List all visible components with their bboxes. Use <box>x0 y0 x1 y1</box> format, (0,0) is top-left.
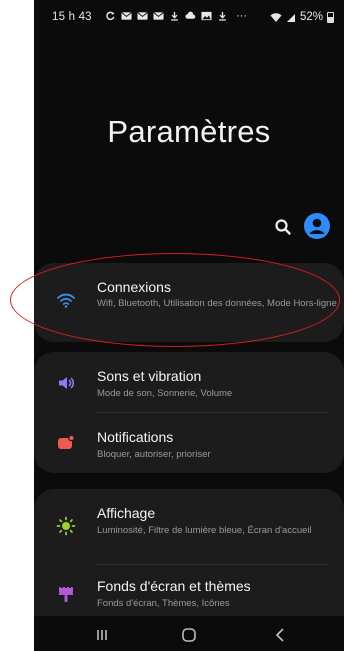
status-bar: 15 h 43 ··· 52% <box>34 0 344 34</box>
volume-icon <box>59 377 75 389</box>
settings-item-label: Connexions <box>97 279 171 295</box>
settings-item-affichage[interactable]: Affichage Luminosité, Filtre de lumière … <box>34 489 344 561</box>
settings-item-fonds-ecran-et-themes[interactable]: Fonds d'écran et thèmes Fonds d'écran, T… <box>34 565 344 616</box>
notification-icon <box>58 434 75 449</box>
search-icon[interactable] <box>273 217 293 237</box>
brightness-icon <box>56 516 76 536</box>
paintbrush-icon <box>59 586 73 602</box>
status-right: 52% <box>270 11 334 23</box>
more-notifications-icon: ··· <box>236 10 247 22</box>
settings-item-connexions[interactable]: Connexions Wifi, Bluetooth, Utilisation … <box>34 263 344 342</box>
download-icon <box>171 11 178 21</box>
mail-icon <box>137 11 148 20</box>
wifi-icon <box>57 293 75 308</box>
battery-icon <box>327 11 334 23</box>
download-icon <box>219 11 226 21</box>
settings-screen: 15 h 43 ··· 52% Paramètres Connexions Wi… <box>34 0 344 651</box>
battery-percent: 52% <box>299 11 323 23</box>
page-title: Paramètres <box>107 114 271 149</box>
navigation-bar <box>34 618 344 651</box>
settings-item-label: Sons et vibration <box>97 368 202 384</box>
account-icon[interactable] <box>304 213 330 239</box>
settings-item-subtitle: Fonds d'écran, Thèmes, Icônes <box>97 598 230 609</box>
settings-item-label: Affichage <box>97 505 156 521</box>
sync-icon <box>106 11 115 21</box>
notification-icons: ··· <box>105 10 247 22</box>
settings-item-subtitle: Wifi, Bluetooth, Utilisation des données… <box>97 298 337 309</box>
settings-item-subtitle: Mode de son, Sonnerie, Volume <box>97 388 233 399</box>
settings-item-label: Notifications <box>97 429 174 445</box>
mail-icon <box>153 11 164 20</box>
home-icon[interactable] <box>179 625 199 645</box>
settings-item-label: Fonds d'écran et thèmes <box>97 578 251 594</box>
recents-icon[interactable] <box>92 625 112 645</box>
settings-item-notifications[interactable]: Notifications Bloquer, autoriser, priori… <box>34 413 344 473</box>
status-time: 15 h 43 <box>52 11 92 23</box>
cloud-icon <box>185 11 196 19</box>
settings-group-sound: Sons et vibration Mode de son, Sonnerie,… <box>34 352 344 473</box>
settings-item-subtitle: Bloquer, autoriser, prioriser <box>97 449 211 460</box>
settings-group-connections: Connexions Wifi, Bluetooth, Utilisation … <box>34 263 344 342</box>
back-icon[interactable] <box>270 625 290 645</box>
wifi-status-icon <box>270 12 282 22</box>
mail-icon <box>121 11 132 20</box>
settings-group-display: Affichage Luminosité, Filtre de lumière … <box>34 489 344 616</box>
settings-item-sons-et-vibration[interactable]: Sons et vibration Mode de son, Sonnerie,… <box>34 352 344 412</box>
signal-icon <box>286 13 295 22</box>
gallery-icon <box>201 11 212 21</box>
settings-item-subtitle: Luminosité, Filtre de lumière bleue, Écr… <box>97 525 312 536</box>
